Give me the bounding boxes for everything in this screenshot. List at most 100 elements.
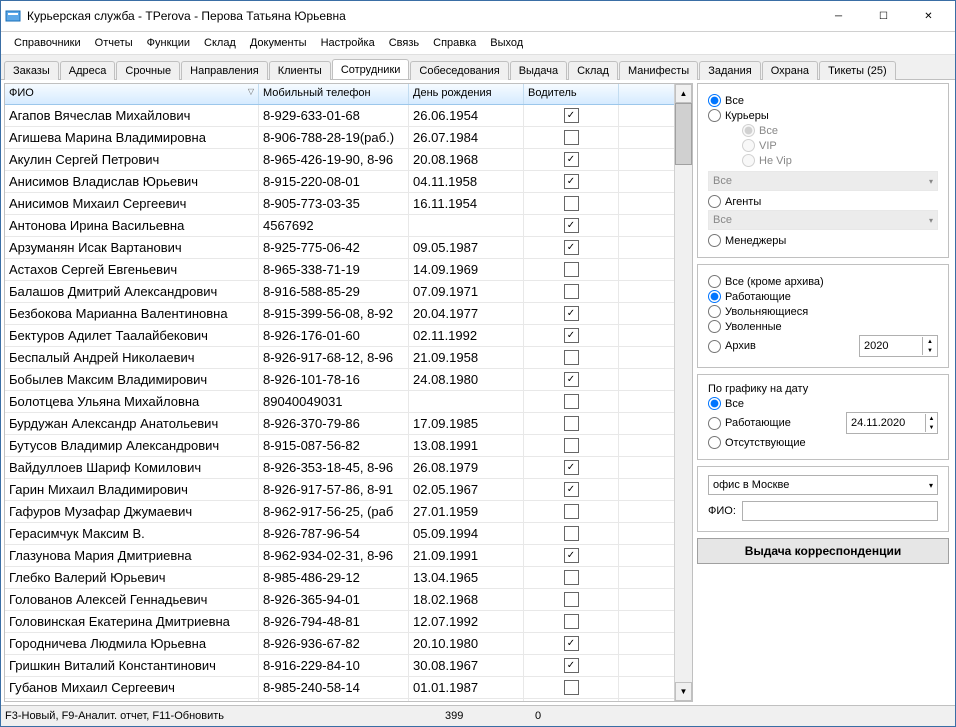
driver-checkbox[interactable] [564, 592, 579, 607]
driver-checkbox[interactable] [564, 438, 579, 453]
driver-checkbox[interactable] [564, 196, 579, 211]
driver-checkbox[interactable] [564, 504, 579, 519]
driver-checkbox[interactable]: ✓ [564, 636, 579, 651]
driver-checkbox[interactable]: ✓ [564, 460, 579, 475]
radio-agents[interactable]: Агенты [708, 195, 938, 208]
vertical-scrollbar[interactable]: ▲ ▼ [674, 84, 692, 701]
table-row[interactable]: Агапов Вячеслав Михайлович8-929-633-01-6… [5, 105, 674, 127]
scroll-track[interactable] [675, 165, 692, 682]
driver-checkbox[interactable] [564, 614, 579, 629]
radio-managers[interactable]: Менеджеры [708, 234, 938, 247]
scroll-down-button[interactable]: ▼ [675, 682, 692, 701]
driver-checkbox[interactable] [564, 526, 579, 541]
table-row[interactable]: Бурдужан Александр Анатольевич8-926-370-… [5, 413, 674, 435]
maximize-button[interactable]: ☐ [861, 2, 906, 30]
scroll-up-button[interactable]: ▲ [675, 84, 692, 103]
menu-item[interactable]: Справочники [7, 35, 88, 51]
tab[interactable]: Собеседования [410, 61, 508, 80]
menu-item[interactable]: Выход [483, 35, 530, 51]
radio-schedule-all[interactable]: Все [708, 397, 938, 410]
tab[interactable]: Задания [699, 61, 760, 80]
table-row[interactable]: Арзуманян Исак Вартанович8-925-775-06-42… [5, 237, 674, 259]
driver-checkbox[interactable] [564, 130, 579, 145]
driver-checkbox[interactable] [564, 416, 579, 431]
table-row[interactable]: Гришкин Виталий Константинович8-916-229-… [5, 655, 674, 677]
issue-correspondence-button[interactable]: Выдача корреспонденции [697, 538, 949, 564]
menu-item[interactable]: Функции [140, 35, 197, 51]
radio-working[interactable]: Работающие [708, 290, 938, 303]
table-row[interactable]: Глазунова Мария Дмитриевна8-962-934-02-3… [5, 545, 674, 567]
table-row[interactable]: Герасимчук Максим В.8-926-787-96-5405.09… [5, 523, 674, 545]
driver-checkbox[interactable]: ✓ [564, 548, 579, 563]
radio-leaving[interactable]: Увольняющиеся [708, 305, 938, 318]
table-row[interactable]: Астахов Сергей Евгеньевич8-965-338-71-19… [5, 259, 674, 281]
close-button[interactable]: ✕ [906, 2, 951, 30]
table-row[interactable]: Голованов Алексей Геннадьевич8-926-365-9… [5, 589, 674, 611]
table-row[interactable]: Губанов Михаил Сергеевич8-985-240-58-140… [5, 677, 674, 699]
tab[interactable]: Склад [568, 61, 618, 80]
table-row[interactable]: Анисимов Михаил Сергеевич8-905-773-03-35… [5, 193, 674, 215]
spin-down-icon[interactable]: ▼ [925, 423, 937, 432]
menu-item[interactable]: Склад [197, 35, 243, 51]
driver-checkbox[interactable]: ✓ [564, 152, 579, 167]
menu-item[interactable]: Документы [243, 35, 314, 51]
driver-checkbox[interactable] [564, 570, 579, 585]
radio-fired[interactable]: Уволенные [708, 320, 938, 333]
driver-checkbox[interactable] [564, 284, 579, 299]
schedule-date-spinner[interactable]: ▲▼ [846, 412, 938, 434]
tab[interactable]: Клиенты [269, 61, 331, 80]
table-row[interactable]: Антонова Ирина Васильевна4567692✓ [5, 215, 674, 237]
driver-checkbox[interactable] [564, 680, 579, 695]
spin-up-icon[interactable]: ▲ [925, 414, 937, 423]
tab[interactable]: Манифесты [619, 61, 698, 80]
table-row[interactable]: Бутусов Владимир Александрович8-915-087-… [5, 435, 674, 457]
table-row[interactable]: Болотцева Ульяна Михайловна89040049031 [5, 391, 674, 413]
driver-checkbox[interactable]: ✓ [564, 108, 579, 123]
table-row[interactable]: Глебко Валерий Юрьевич8-985-486-29-1213.… [5, 567, 674, 589]
menu-item[interactable]: Справка [426, 35, 483, 51]
table-row[interactable]: Гарин Михаил Владимирович8-926-917-57-86… [5, 479, 674, 501]
radio-all[interactable]: Все [708, 94, 938, 107]
menu-item[interactable]: Настройка [314, 35, 382, 51]
tab[interactable]: Направления [181, 61, 268, 80]
tab[interactable]: Сотрудники [332, 59, 410, 79]
tab[interactable]: Тикеты (25) [819, 61, 896, 80]
driver-checkbox[interactable]: ✓ [564, 482, 579, 497]
minimize-button[interactable]: ─ [816, 2, 861, 30]
tab[interactable]: Срочные [116, 61, 180, 80]
driver-checkbox[interactable]: ✓ [564, 240, 579, 255]
spin-up-icon[interactable]: ▲ [922, 337, 937, 346]
table-row[interactable]: Безбокова Марианна Валентиновна8-915-399… [5, 303, 674, 325]
fio-input[interactable] [742, 501, 938, 521]
radio-schedule-working[interactable]: Работающие [708, 417, 840, 430]
driver-checkbox[interactable]: ✓ [564, 306, 579, 321]
driver-checkbox[interactable]: ✓ [564, 174, 579, 189]
archive-year-spinner[interactable]: ▲▼ [859, 335, 938, 357]
driver-checkbox[interactable]: ✓ [564, 372, 579, 387]
driver-checkbox[interactable] [564, 394, 579, 409]
archive-year-input[interactable] [860, 337, 922, 355]
radio-couriers[interactable]: Курьеры [708, 109, 938, 122]
office-combo[interactable]: офис в Москве▾ [708, 475, 938, 495]
tab[interactable]: Выдача [510, 61, 567, 80]
driver-checkbox[interactable]: ✓ [564, 218, 579, 233]
col-header-driver[interactable]: Водитель [524, 84, 619, 104]
table-row[interactable]: Акулин Сергей Петрович8-965-426-19-90, 8… [5, 149, 674, 171]
driver-checkbox[interactable]: ✓ [564, 328, 579, 343]
radio-schedule-absent[interactable]: Отсутствующие [708, 436, 938, 449]
table-row[interactable]: Анисимов Владислав Юрьевич8-915-220-08-0… [5, 171, 674, 193]
table-row[interactable]: Гусаров Александр Игоревич8-905-580-01-7… [5, 699, 674, 701]
tab[interactable]: Заказы [4, 61, 59, 80]
driver-checkbox[interactable] [564, 262, 579, 277]
col-header-tel[interactable]: Мобильный телефон [259, 84, 409, 104]
table-row[interactable]: Балашов Дмитрий Александрович8-916-588-8… [5, 281, 674, 303]
tab[interactable]: Адреса [60, 61, 116, 80]
table-row[interactable]: Беспалый Андрей Николаевич8-926-917-68-1… [5, 347, 674, 369]
table-row[interactable]: Гафуров Музафар Джумаевич8-962-917-56-25… [5, 501, 674, 523]
col-header-fio[interactable]: ФИО▽ [5, 84, 259, 104]
table-row[interactable]: Городничева Людмила Юрьевна8-926-936-67-… [5, 633, 674, 655]
spin-down-icon[interactable]: ▼ [922, 346, 937, 355]
table-row[interactable]: Бобылев Максим Владимирович8-926-101-78-… [5, 369, 674, 391]
scroll-thumb[interactable] [675, 103, 692, 165]
table-row[interactable]: Головинская Екатерина Дмитриевна8-926-79… [5, 611, 674, 633]
